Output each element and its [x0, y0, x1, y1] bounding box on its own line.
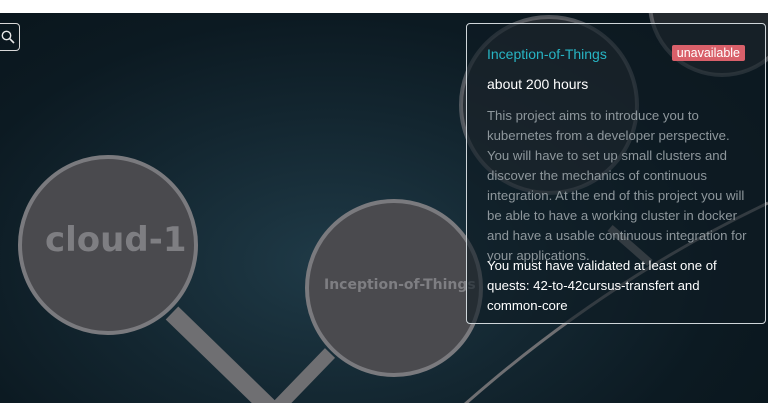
graph-link: [271, 348, 336, 403]
search-icon: [1, 30, 15, 44]
node-label-cloud-1: cloud-1: [45, 220, 187, 260]
status-badge: unavailable: [671, 45, 745, 61]
search-button[interactable]: [0, 23, 20, 51]
project-requirement: You must have validated at least one of …: [487, 258, 717, 313]
graph-link: [165, 306, 278, 403]
node-label-inception-of-things: Inception-of-Things: [324, 277, 476, 293]
project-detail-panel: Inception-of-Things unavailable about 20…: [466, 23, 766, 324]
holy-graph-canvas[interactable]: cloud-1 Inception-of-Things Inception-of…: [0, 13, 768, 403]
project-description: This project aims to introduce you to ku…: [487, 108, 747, 263]
project-title[interactable]: Inception-of-Things: [487, 46, 607, 62]
project-duration: about 200 hours: [487, 76, 589, 92]
